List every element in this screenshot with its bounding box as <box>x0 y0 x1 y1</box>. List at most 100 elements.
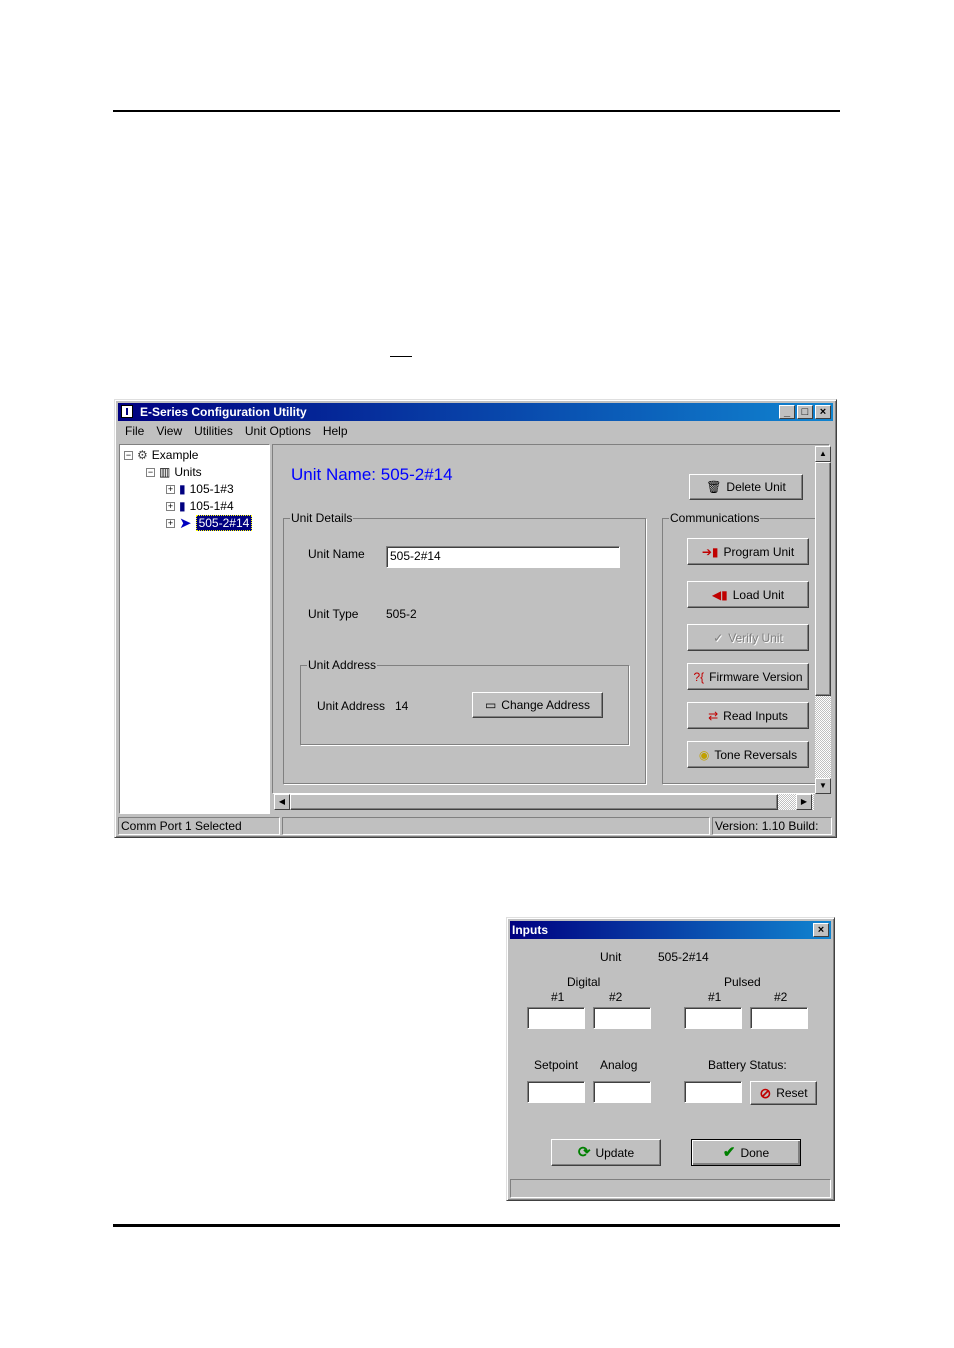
refresh-icon: ⟳ <box>577 1143 591 1161</box>
tree-item-label: 105-1#3 <box>189 482 234 496</box>
unit-name-heading: Unit Name: 505-2#14 <box>291 465 453 484</box>
communications-group: Communications ➔▮ Program Unit ◀▮ Load U… <box>662 511 822 784</box>
expand-icon[interactable]: + <box>166 518 175 528</box>
analog-label: Analog <box>600 1058 638 1072</box>
digital-2-field[interactable] <box>593 1007 651 1029</box>
unit-address-label: Unit Address <box>317 699 386 713</box>
pulsed-1-label: #1 <box>708 990 722 1004</box>
change-address-label: Change Address <box>501 698 591 712</box>
checkmark-icon: ✔ <box>722 1143 736 1161</box>
menu-file[interactable]: File <box>119 423 150 441</box>
digital-1-field[interactable] <box>527 1007 585 1029</box>
scroll-up-button[interactable]: ▲ <box>815 446 831 462</box>
battery-status-label: Battery Status: <box>708 1058 787 1072</box>
scroll-left-button[interactable]: ◀ <box>274 794 290 810</box>
inputs-title: Inputs <box>512 923 548 937</box>
setpoint-label: Setpoint <box>534 1058 579 1072</box>
collapse-icon[interactable]: − <box>124 450 133 460</box>
read-inputs-icon: ⇄ <box>708 708 719 723</box>
scroll-down-button[interactable]: ▼ <box>815 778 831 794</box>
unit-icon: ▮ <box>179 499 186 513</box>
reset-button[interactable]: ⊘ Reset <box>750 1081 817 1105</box>
main-window: E-Series Configuration Utility _ □ × Fil… <box>114 399 837 838</box>
load-icon: ◀▮ <box>711 587 728 602</box>
inputs-status-bar <box>510 1179 831 1198</box>
tree-item-label: 105-1#4 <box>189 499 234 513</box>
digital-1-label: #1 <box>551 990 565 1004</box>
unit-label: Unit <box>600 950 622 964</box>
close-button[interactable]: × <box>815 405 831 419</box>
setpoint-field[interactable] <box>527 1081 585 1103</box>
menu-view[interactable]: View <box>150 423 188 441</box>
vertical-scroll-thumb[interactable] <box>815 462 831 696</box>
close-button[interactable]: × <box>813 923 829 937</box>
scroll-right-button[interactable]: ▶ <box>796 794 812 810</box>
verify-icon: ✓ <box>713 630 724 645</box>
update-button[interactable]: ⟳ Update <box>551 1139 661 1166</box>
program-icon: ➔▮ <box>701 544 719 559</box>
digital-2-label: #2 <box>609 990 623 1004</box>
unit-address-group: Unit Address Unit Address 14 ▭ Change Ad… <box>300 658 629 745</box>
change-address-button[interactable]: ▭ Change Address <box>472 692 603 718</box>
pulsed-1-field[interactable] <box>684 1007 742 1029</box>
tone-reversals-label: Tone Reversals <box>714 747 798 762</box>
maximize-button[interactable]: □ <box>797 405 813 419</box>
content-pane: Unit Name: 505-2#14 🗑 Delete Unit Unit D… <box>272 444 830 794</box>
verify-unit-button[interactable]: ✓ Verify Unit <box>687 624 809 651</box>
units-icon: ▥ <box>159 465 171 479</box>
unit-details-group: Unit Details Unit Name 505-2#14 Unit Typ… <box>283 511 646 784</box>
inputs-dialog: Inputs × Unit 505-2#14 Digital Pulsed #1… <box>506 917 835 1201</box>
tree-units[interactable]: − ▥ Units <box>146 464 202 480</box>
digital-label: Digital <box>567 975 601 989</box>
pulsed-2-field[interactable] <box>750 1007 808 1029</box>
done-label: Done <box>740 1145 770 1160</box>
program-unit-button[interactable]: ➔▮ Program Unit <box>687 538 809 565</box>
minimize-button[interactable]: _ <box>779 405 795 419</box>
read-inputs-button[interactable]: ⇄ Read Inputs <box>687 702 809 729</box>
analog-field[interactable] <box>593 1081 651 1103</box>
menu-unit-options[interactable]: Unit Options <box>239 423 317 441</box>
tree-item-label: 505-2#14 <box>195 515 253 531</box>
menu-help[interactable]: Help <box>317 423 354 441</box>
firmware-version-button[interactable]: ?{ Firmware Version <box>687 663 809 690</box>
done-button[interactable]: ✔ Done <box>691 1139 801 1166</box>
status-left-text: Comm Port 1 Selected <box>121 819 242 833</box>
bottom-rule <box>113 1224 840 1227</box>
expand-icon[interactable]: + <box>166 501 175 511</box>
inputs-titlebar: Inputs × <box>510 921 831 939</box>
window-title: E-Series Configuration Utility <box>140 405 307 419</box>
unit-icon: ▮ <box>179 482 186 496</box>
unit-value: 505-2#14 <box>658 950 709 964</box>
tree-pane[interactable]: − ⚙ Example − ▥ Units + ▮ 105-1#3 + ▮ 10… <box>119 444 270 814</box>
status-middle <box>282 817 710 835</box>
status-right: Version: 1.10 Build: <box>712 817 832 835</box>
tone-icon: ◉ <box>698 747 710 762</box>
unit-name-label: Unit Name <box>308 547 365 561</box>
tree-item[interactable]: + ▮ 105-1#4 <box>166 498 234 514</box>
tree-item[interactable]: + ▮ 105-1#3 <box>166 481 234 497</box>
network-icon: ⚙ <box>137 448 148 462</box>
battery-status-field[interactable] <box>684 1081 742 1103</box>
unit-details-label: Unit Details <box>290 511 354 525</box>
reset-label: Reset <box>776 1086 808 1100</box>
tree-units-label: Units <box>174 465 202 479</box>
horizontal-scroll-thumb[interactable] <box>290 794 778 810</box>
read-inputs-label: Read Inputs <box>723 708 788 723</box>
program-unit-label: Program Unit <box>723 544 795 559</box>
tree-item-selected[interactable]: + ➤ 505-2#14 <box>166 515 253 532</box>
delete-unit-button[interactable]: 🗑 Delete Unit <box>689 474 803 500</box>
status-left: Comm Port 1 Selected <box>118 817 280 835</box>
tone-reversals-button[interactable]: ◉ Tone Reversals <box>687 741 809 768</box>
unit-name-input[interactable]: 505-2#14 <box>386 546 620 568</box>
menu-utilities[interactable]: Utilities <box>188 423 239 441</box>
app-icon <box>121 405 133 418</box>
load-unit-button[interactable]: ◀▮ Load Unit <box>687 581 809 608</box>
unit-type-label: Unit Type <box>308 607 359 621</box>
collapse-icon[interactable]: − <box>146 467 155 477</box>
load-unit-label: Load Unit <box>732 587 785 602</box>
expand-icon[interactable]: + <box>166 484 175 494</box>
tree-root[interactable]: − ⚙ Example <box>124 447 198 463</box>
pulsed-2-label: #2 <box>774 990 788 1004</box>
question-icon: ?{ <box>693 669 705 684</box>
pulsed-label: Pulsed <box>724 975 761 989</box>
